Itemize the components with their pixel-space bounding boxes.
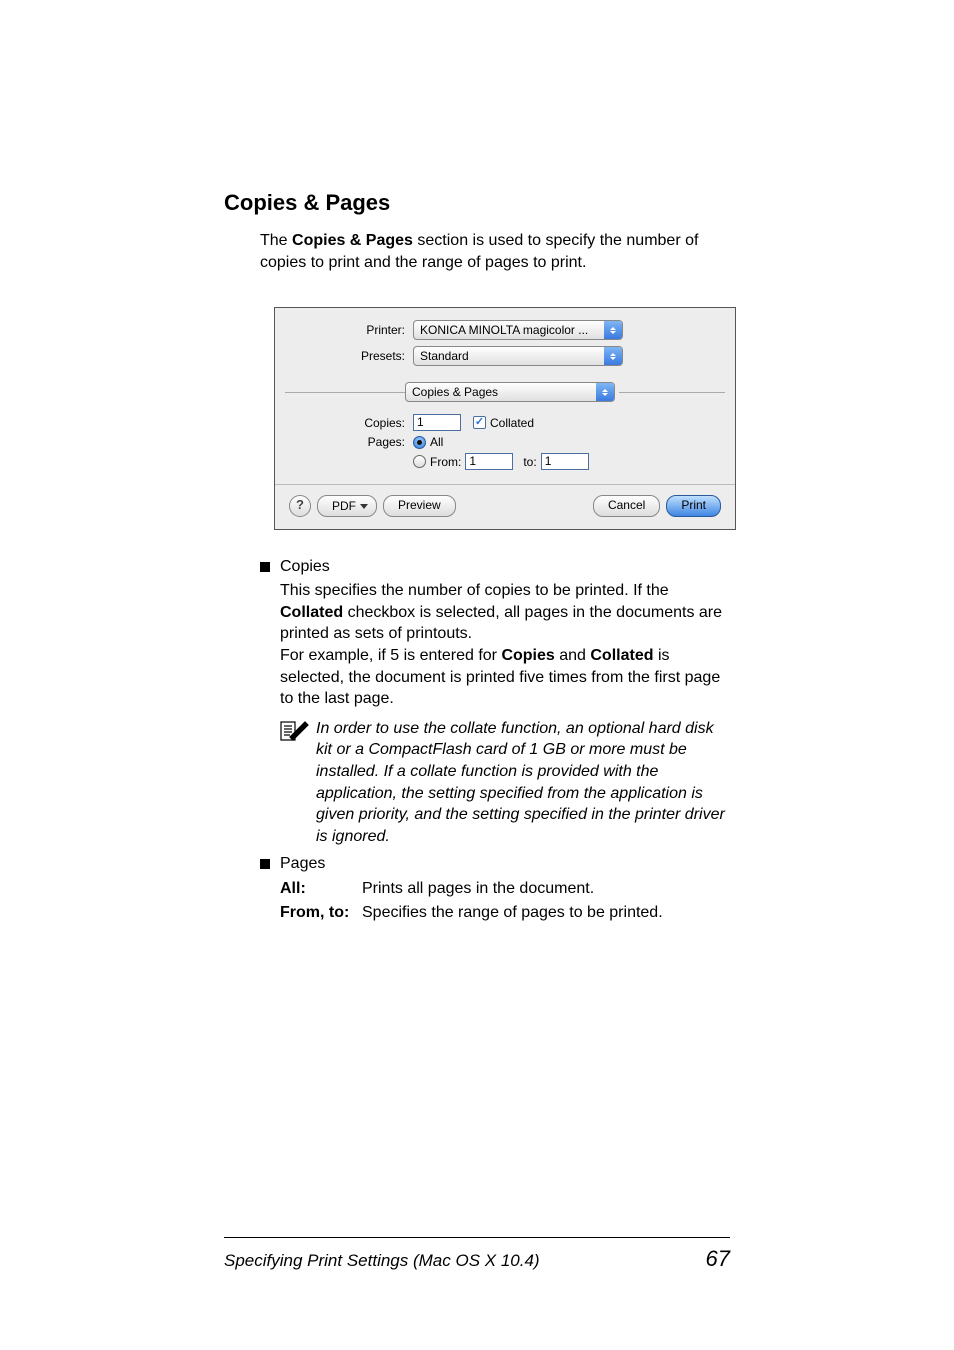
pages-label: Pages: xyxy=(275,435,413,449)
pdf-button-label: PDF xyxy=(332,497,356,515)
bold: Collated xyxy=(590,647,653,664)
cancel-button[interactable]: Cancel xyxy=(593,495,660,517)
intro-bold-1: Copies & Pages xyxy=(292,232,413,249)
pages-all-radio[interactable] xyxy=(413,436,426,449)
bold: Copies xyxy=(501,647,554,664)
bold: Collated xyxy=(280,604,343,621)
collated-label: Collated xyxy=(490,416,534,430)
pages-from-radio[interactable] xyxy=(413,455,426,468)
txt: checkbox is selected, all pages in the d… xyxy=(280,604,722,643)
presets-label: Presets: xyxy=(275,349,413,363)
presets-select-value: Standard xyxy=(414,347,604,365)
term-all: All xyxy=(280,880,300,897)
def-all: Prints all pages in the document. xyxy=(362,877,730,901)
dropdown-triangle-icon xyxy=(360,504,368,509)
pdf-button[interactable]: PDF xyxy=(317,495,377,517)
section-title: Copies & Pages xyxy=(224,190,730,216)
note-text: In order to use the collate function, an… xyxy=(316,718,730,848)
footer-left: Specifying Print Settings (Mac OS X 10.4… xyxy=(224,1251,540,1271)
term-fromto: From, to xyxy=(280,904,344,921)
printer-label: Printer: xyxy=(275,323,413,337)
bullet-square-icon xyxy=(260,562,270,572)
select-arrow-icon xyxy=(596,383,614,401)
bullet-item-pages: Pages xyxy=(260,855,730,873)
colon: : xyxy=(300,880,305,897)
preview-button[interactable]: Preview xyxy=(383,495,456,517)
select-arrow-icon xyxy=(604,347,622,365)
txt: This specifies the number of copies to b… xyxy=(280,582,669,599)
select-arrow-icon xyxy=(604,321,622,339)
intro-paragraph: The Copies & Pages section is used to sp… xyxy=(224,230,730,273)
print-dialog: Printer: KONICA MINOLTA magicolor ... Pr… xyxy=(274,307,736,530)
bullet-square-icon xyxy=(260,859,270,869)
copies-input[interactable]: 1 xyxy=(413,414,461,431)
def-fromto: Specifies the range of pages to be print… xyxy=(362,901,730,925)
panel-select[interactable]: Copies & Pages xyxy=(405,382,615,402)
note-icon xyxy=(280,718,316,742)
print-button[interactable]: Print xyxy=(666,495,721,517)
help-button[interactable]: ? xyxy=(289,495,311,517)
def-row-fromto: From, to: Specifies the range of pages t… xyxy=(280,901,730,925)
check-icon: ✓ xyxy=(475,417,484,428)
presets-select[interactable]: Standard xyxy=(413,346,623,366)
printer-select-value: KONICA MINOLTA magicolor ... xyxy=(414,321,604,339)
printer-select[interactable]: KONICA MINOLTA magicolor ... xyxy=(413,320,623,340)
footer-page-number: 67 xyxy=(706,1246,730,1272)
panel-select-value: Copies & Pages xyxy=(406,383,596,401)
bullet-title-pages: Pages xyxy=(280,855,325,873)
copies-description: This specifies the number of copies to b… xyxy=(260,580,730,710)
def-row-all: All: Prints all pages in the document. xyxy=(280,877,730,901)
collated-checkbox[interactable]: ✓ xyxy=(473,416,486,429)
intro-text-1: The xyxy=(260,232,292,249)
pages-from-label: From: xyxy=(430,455,461,469)
pages-from-input[interactable]: 1 xyxy=(465,453,513,470)
txt: and xyxy=(555,647,591,664)
bullet-title-copies: Copies xyxy=(280,558,330,576)
page-footer: Specifying Print Settings (Mac OS X 10.4… xyxy=(224,1237,730,1272)
copies-label: Copies: xyxy=(275,416,413,430)
txt: For example, if 5 is entered for xyxy=(280,647,501,664)
colon: : xyxy=(344,904,349,921)
pages-all-label: All xyxy=(430,435,443,449)
bullet-item-copies: Copies xyxy=(260,558,730,576)
pages-to-label: to: xyxy=(523,455,536,469)
note: In order to use the collate function, an… xyxy=(260,718,730,848)
pages-to-input[interactable]: 1 xyxy=(541,453,589,470)
